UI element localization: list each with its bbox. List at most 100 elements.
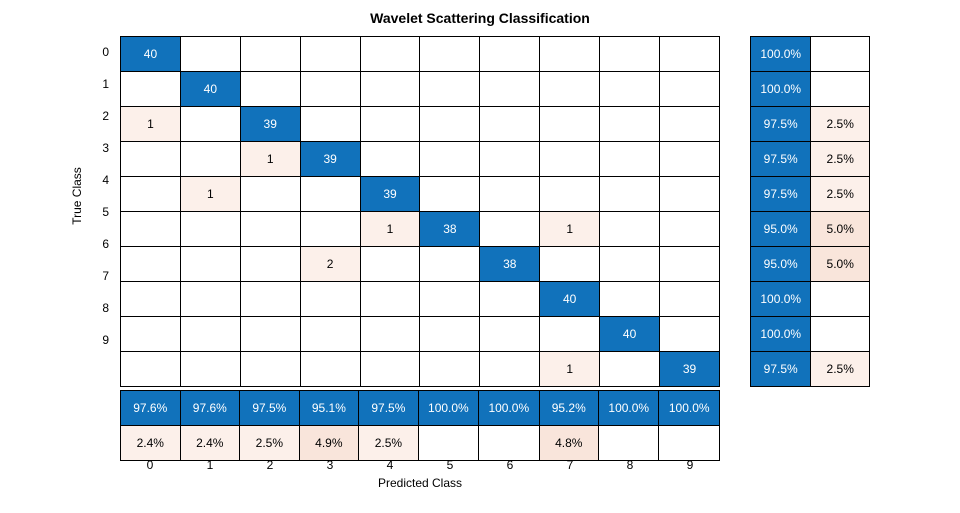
matrix-cell	[180, 142, 240, 177]
col-wrong-pct	[418, 426, 478, 461]
row-wrong-pct: 5.0%	[811, 247, 870, 282]
matrix-cell	[600, 107, 660, 142]
matrix-cell	[660, 142, 720, 177]
matrix-cell	[121, 142, 181, 177]
matrix-cell	[300, 212, 360, 247]
matrix-cell: 40	[600, 317, 660, 352]
matrix-cell	[420, 142, 480, 177]
matrix-cell	[540, 247, 600, 282]
col-correct-pct: 100.0%	[599, 391, 659, 426]
matrix-cell	[240, 352, 300, 387]
matrix-cell	[300, 37, 360, 72]
row-correct-pct: 97.5%	[751, 142, 811, 177]
matrix-cell	[121, 352, 181, 387]
row-correct-pct: 97.5%	[751, 107, 811, 142]
x-tick: 5	[420, 458, 480, 474]
row-wrong-pct: 5.0%	[811, 212, 870, 247]
matrix-cell	[360, 107, 420, 142]
matrix-cell	[180, 212, 240, 247]
matrix-cell	[600, 282, 660, 317]
y-tick: 9	[90, 324, 115, 356]
matrix-cell	[180, 107, 240, 142]
matrix-cell	[660, 37, 720, 72]
matrix-cell	[180, 352, 240, 387]
matrix-cell	[480, 177, 540, 212]
matrix-cell	[600, 142, 660, 177]
row-wrong-pct	[811, 282, 870, 317]
y-tick: 0	[90, 36, 115, 68]
matrix-cell	[660, 317, 720, 352]
col-correct-pct: 97.6%	[180, 391, 240, 426]
col-correct-pct: 95.1%	[299, 391, 359, 426]
matrix-cell	[660, 282, 720, 317]
x-tick-labels: 0 1 2 3 4 5 6 7 8 9	[120, 458, 720, 474]
matrix-cell	[360, 142, 420, 177]
matrix-cell	[660, 177, 720, 212]
matrix-cell	[660, 212, 720, 247]
row-wrong-pct: 2.5%	[811, 107, 870, 142]
row-correct-pct: 95.0%	[751, 212, 811, 247]
matrix-cell: 1	[240, 142, 300, 177]
matrix-cell	[480, 142, 540, 177]
matrix-cell	[540, 37, 600, 72]
matrix-cell	[480, 37, 540, 72]
y-tick: 8	[90, 292, 115, 324]
matrix-cell	[360, 247, 420, 282]
matrix-cell	[180, 37, 240, 72]
matrix-cell	[360, 37, 420, 72]
matrix-cell	[420, 37, 480, 72]
matrix-cell	[180, 282, 240, 317]
matrix-cell	[660, 247, 720, 282]
matrix-cell	[240, 177, 300, 212]
matrix-cell	[480, 212, 540, 247]
matrix-cell	[480, 282, 540, 317]
matrix-cell	[660, 107, 720, 142]
row-wrong-pct: 2.5%	[811, 142, 870, 177]
matrix-cell	[420, 177, 480, 212]
matrix-cell	[240, 282, 300, 317]
matrix-cell	[121, 317, 181, 352]
matrix-cell	[600, 352, 660, 387]
matrix-cell	[240, 72, 300, 107]
col-wrong-pct	[659, 426, 720, 461]
matrix-cell	[480, 72, 540, 107]
matrix-cell	[360, 282, 420, 317]
matrix-cell: 1	[360, 212, 420, 247]
y-tick: 3	[90, 132, 115, 164]
matrix-cell: 1	[540, 212, 600, 247]
col-correct-pct: 97.5%	[359, 391, 419, 426]
matrix-cell	[300, 352, 360, 387]
matrix-cell: 2	[300, 247, 360, 282]
col-correct-pct: 100.0%	[659, 391, 720, 426]
x-tick: 6	[480, 458, 540, 474]
matrix-cell	[540, 142, 600, 177]
matrix-cell	[240, 212, 300, 247]
matrix-cell	[600, 37, 660, 72]
matrix-cell: 38	[420, 212, 480, 247]
y-tick: 6	[90, 228, 115, 260]
matrix-cell	[420, 282, 480, 317]
matrix-cell	[121, 247, 181, 282]
col-wrong-pct: 4.8%	[539, 426, 599, 461]
col-wrong-pct	[479, 426, 539, 461]
matrix-cell	[540, 317, 600, 352]
column-summary: 97.6% 97.6% 97.5% 95.1% 97.5% 100.0% 100…	[120, 390, 720, 454]
matrix-cell	[480, 107, 540, 142]
row-correct-pct: 95.0%	[751, 247, 811, 282]
matrix-cell	[360, 352, 420, 387]
matrix-cell	[300, 72, 360, 107]
col-correct-pct: 97.6%	[121, 391, 181, 426]
matrix-cell: 39	[240, 107, 300, 142]
matrix-cell	[420, 317, 480, 352]
matrix-cell: 1	[121, 107, 181, 142]
row-wrong-pct	[811, 317, 870, 352]
matrix-cell	[300, 317, 360, 352]
matrix-cell: 39	[360, 177, 420, 212]
matrix-cell	[540, 72, 600, 107]
row-correct-pct: 97.5%	[751, 352, 811, 387]
x-tick: 1	[180, 458, 240, 474]
matrix-cell	[240, 37, 300, 72]
matrix-cell	[420, 352, 480, 387]
row-correct-pct: 100.0%	[751, 317, 811, 352]
x-axis-label: Predicted Class	[120, 476, 720, 490]
